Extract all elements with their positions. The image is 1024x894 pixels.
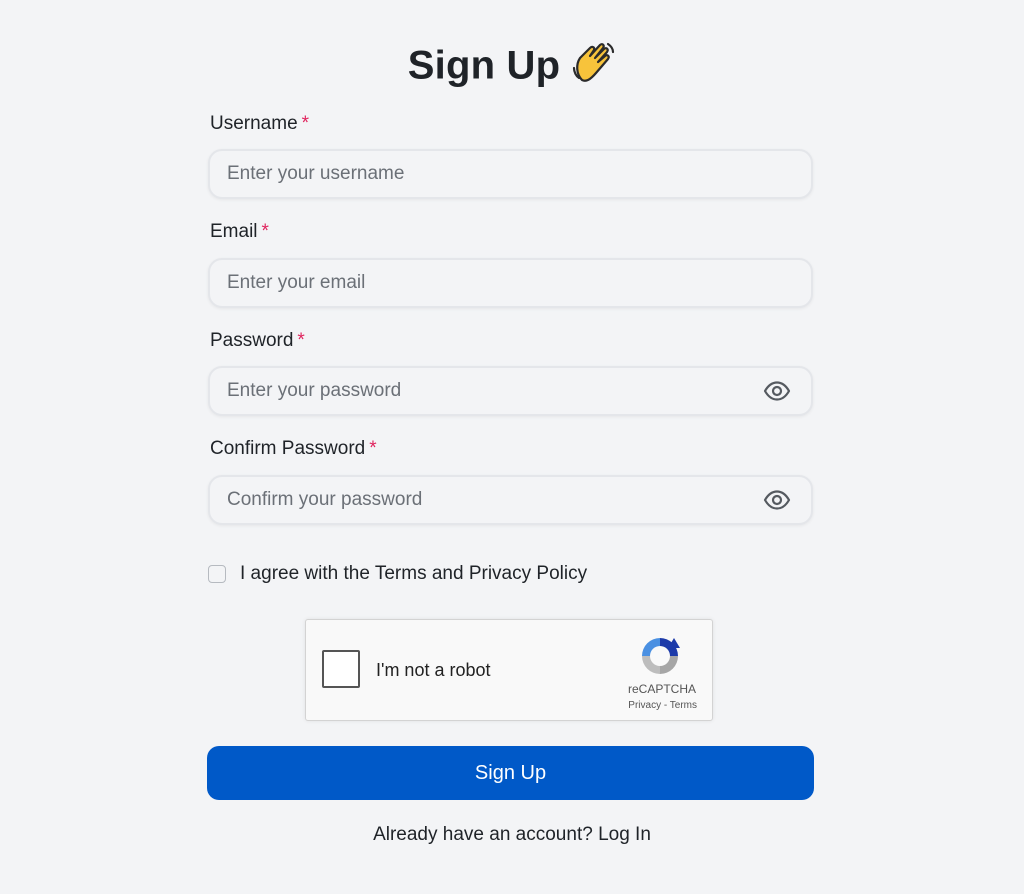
- login-prompt: Already have an account? Log In: [0, 824, 1024, 846]
- terms-agreement: I agree with the Terms and Privacy Polic…: [208, 563, 587, 585]
- eye-icon[interactable]: [763, 490, 791, 510]
- page-title: Sign Up: [0, 40, 1024, 96]
- required-mark: *: [369, 438, 377, 459]
- recaptcha-links[interactable]: Privacy - Terms: [628, 700, 697, 711]
- username-label: Username *: [210, 113, 309, 135]
- username-label-text: Username: [210, 113, 298, 134]
- username-input[interactable]: [210, 151, 811, 197]
- required-mark: *: [301, 113, 310, 134]
- recaptcha-label: I'm not a robot: [376, 660, 491, 680]
- password-label-text: Password: [210, 330, 294, 351]
- terms-checkbox[interactable]: [208, 565, 226, 583]
- password-field-wrapper: [208, 366, 813, 416]
- email-input[interactable]: [210, 260, 811, 306]
- page-title-text: Sign Up: [407, 43, 561, 88]
- confirm-password-label: Confirm Password *: [210, 438, 377, 460]
- confirm-password-label-text: Confirm Password: [210, 438, 366, 459]
- waving-hand-icon: [570, 40, 616, 96]
- required-mark: *: [261, 221, 269, 242]
- email-label-text: Email: [210, 221, 258, 242]
- confirm-password-input[interactable]: [210, 477, 811, 523]
- email-field-wrapper: [208, 258, 813, 308]
- eye-icon[interactable]: [763, 381, 791, 401]
- terms-label[interactable]: I agree with the Terms and Privacy Polic…: [240, 563, 587, 585]
- username-field-wrapper: [208, 149, 813, 199]
- password-input[interactable]: [210, 368, 811, 414]
- sign-up-button[interactable]: Sign Up: [207, 746, 814, 800]
- login-prompt-text: Already have an account?: [373, 824, 593, 845]
- required-mark: *: [297, 330, 305, 351]
- email-label: Email *: [210, 221, 269, 243]
- confirm-password-field-wrapper: [208, 475, 813, 525]
- recaptcha-brand: reCAPTCHA: [627, 682, 696, 696]
- login-link[interactable]: Log In: [598, 824, 651, 845]
- recaptcha-logo-icon: [638, 634, 682, 678]
- recaptcha-checkbox[interactable]: [322, 650, 360, 688]
- password-label: Password *: [210, 330, 305, 352]
- recaptcha-widget: I'm not a robot reCAPTCHA Privacy - Term…: [305, 619, 713, 721]
